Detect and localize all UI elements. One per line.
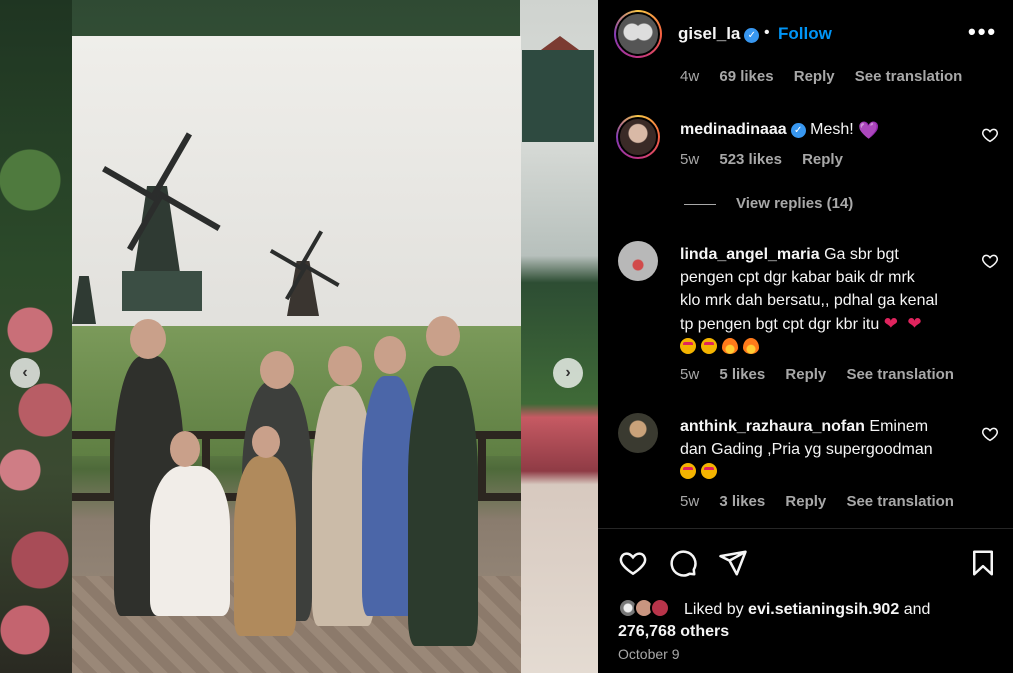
verified-badge-icon: ✓ bbox=[744, 28, 760, 43]
comment-meta: 5w 523 likes Reply bbox=[680, 151, 843, 168]
comment-text: medinadinaaa ✓ Mesh! 💜 bbox=[680, 121, 880, 140]
chevron-left-icon[interactable]: ‹ bbox=[10, 358, 40, 388]
heart-icon[interactable] bbox=[981, 126, 999, 144]
liked-by-user[interactable]: evi.setianingsih.902 bbox=[748, 601, 899, 618]
liked-by-avatars[interactable] bbox=[618, 597, 684, 619]
separator-dot: • bbox=[764, 24, 770, 41]
post-header: gisel_la ✓ • Follow ••• bbox=[598, 0, 1013, 68]
comment-text: anthink_razhaura_nofan Eminem dan Gading… bbox=[680, 415, 980, 484]
comment-meta-top: 4w 69 likes Reply See translation bbox=[680, 68, 963, 85]
avatar[interactable] bbox=[614, 10, 662, 58]
star-struck-emoji-icon bbox=[701, 463, 717, 479]
see-translation-button[interactable]: See translation bbox=[846, 493, 954, 510]
likes-count[interactable]: 3 likes bbox=[719, 493, 765, 510]
reply-button[interactable]: Reply bbox=[794, 68, 835, 85]
comment-meta: 5w 5 likes Reply See translation bbox=[680, 366, 954, 383]
comment-username[interactable]: linda_angel_maria bbox=[680, 246, 820, 263]
avatar[interactable] bbox=[618, 241, 658, 281]
post-photo bbox=[72, 36, 521, 673]
post-username[interactable]: gisel_la ✓ bbox=[678, 24, 760, 44]
star-struck-emoji-icon bbox=[680, 338, 696, 354]
comment-username[interactable]: anthink_razhaura_nofan bbox=[680, 418, 865, 435]
star-struck-emoji-icon bbox=[701, 338, 717, 354]
chevron-right-icon[interactable]: › bbox=[553, 358, 583, 388]
view-replies-button[interactable]: View replies (14) bbox=[684, 195, 853, 212]
liked-by: Liked by evi.setianingsih.902 and 276,76… bbox=[618, 597, 998, 643]
share-icon[interactable] bbox=[718, 548, 748, 578]
follow-button[interactable]: Follow bbox=[778, 24, 832, 44]
likes-count[interactable]: 69 likes bbox=[719, 68, 773, 85]
action-bar bbox=[598, 538, 1013, 588]
comment-username[interactable]: medinadinaaa bbox=[680, 121, 787, 138]
heart-icon[interactable] bbox=[981, 252, 999, 270]
red-heart-emoji-icon: ❤ bbox=[883, 314, 898, 333]
red-heart-emoji-icon: ❤ bbox=[907, 314, 922, 333]
avatar[interactable] bbox=[618, 413, 658, 453]
fire-emoji-icon bbox=[743, 338, 759, 354]
comment-icon[interactable] bbox=[668, 548, 698, 578]
post-side-panel: 4w 69 likes Reply See translation medina… bbox=[598, 0, 1013, 673]
avatar[interactable] bbox=[616, 115, 660, 159]
media-background-right bbox=[520, 0, 598, 673]
reply-button[interactable]: Reply bbox=[785, 366, 826, 383]
reply-button[interactable]: Reply bbox=[802, 151, 843, 168]
comments-list[interactable]: 4w 69 likes Reply See translation medina… bbox=[598, 0, 1013, 528]
see-translation-button[interactable]: See translation bbox=[846, 366, 954, 383]
likes-count[interactable]: 523 likes bbox=[719, 151, 782, 168]
fire-emoji-icon bbox=[722, 338, 738, 354]
see-translation-button[interactable]: See translation bbox=[855, 68, 963, 85]
likes-count[interactable]: 5 likes bbox=[719, 366, 765, 383]
bookmark-icon[interactable] bbox=[968, 548, 998, 578]
heart-icon[interactable] bbox=[618, 548, 648, 578]
likes-others-button[interactable]: 276,768 others bbox=[618, 623, 729, 640]
more-icon[interactable]: ••• bbox=[968, 21, 997, 43]
purple-heart-emoji-icon: 💜 bbox=[858, 121, 880, 140]
post-date[interactable]: October 9 bbox=[618, 646, 679, 662]
post-media: ‹ › bbox=[0, 0, 598, 673]
heart-icon[interactable] bbox=[981, 425, 999, 443]
comment-text: linda_angel_maria Ga sbr bgt pengen cpt … bbox=[680, 243, 980, 359]
media-background-left bbox=[0, 0, 72, 673]
comment-meta: 5w 3 likes Reply See translation bbox=[680, 493, 954, 510]
star-struck-emoji-icon bbox=[680, 463, 696, 479]
reply-button[interactable]: Reply bbox=[785, 493, 826, 510]
divider bbox=[598, 528, 1013, 529]
verified-badge-icon: ✓ bbox=[790, 123, 806, 138]
